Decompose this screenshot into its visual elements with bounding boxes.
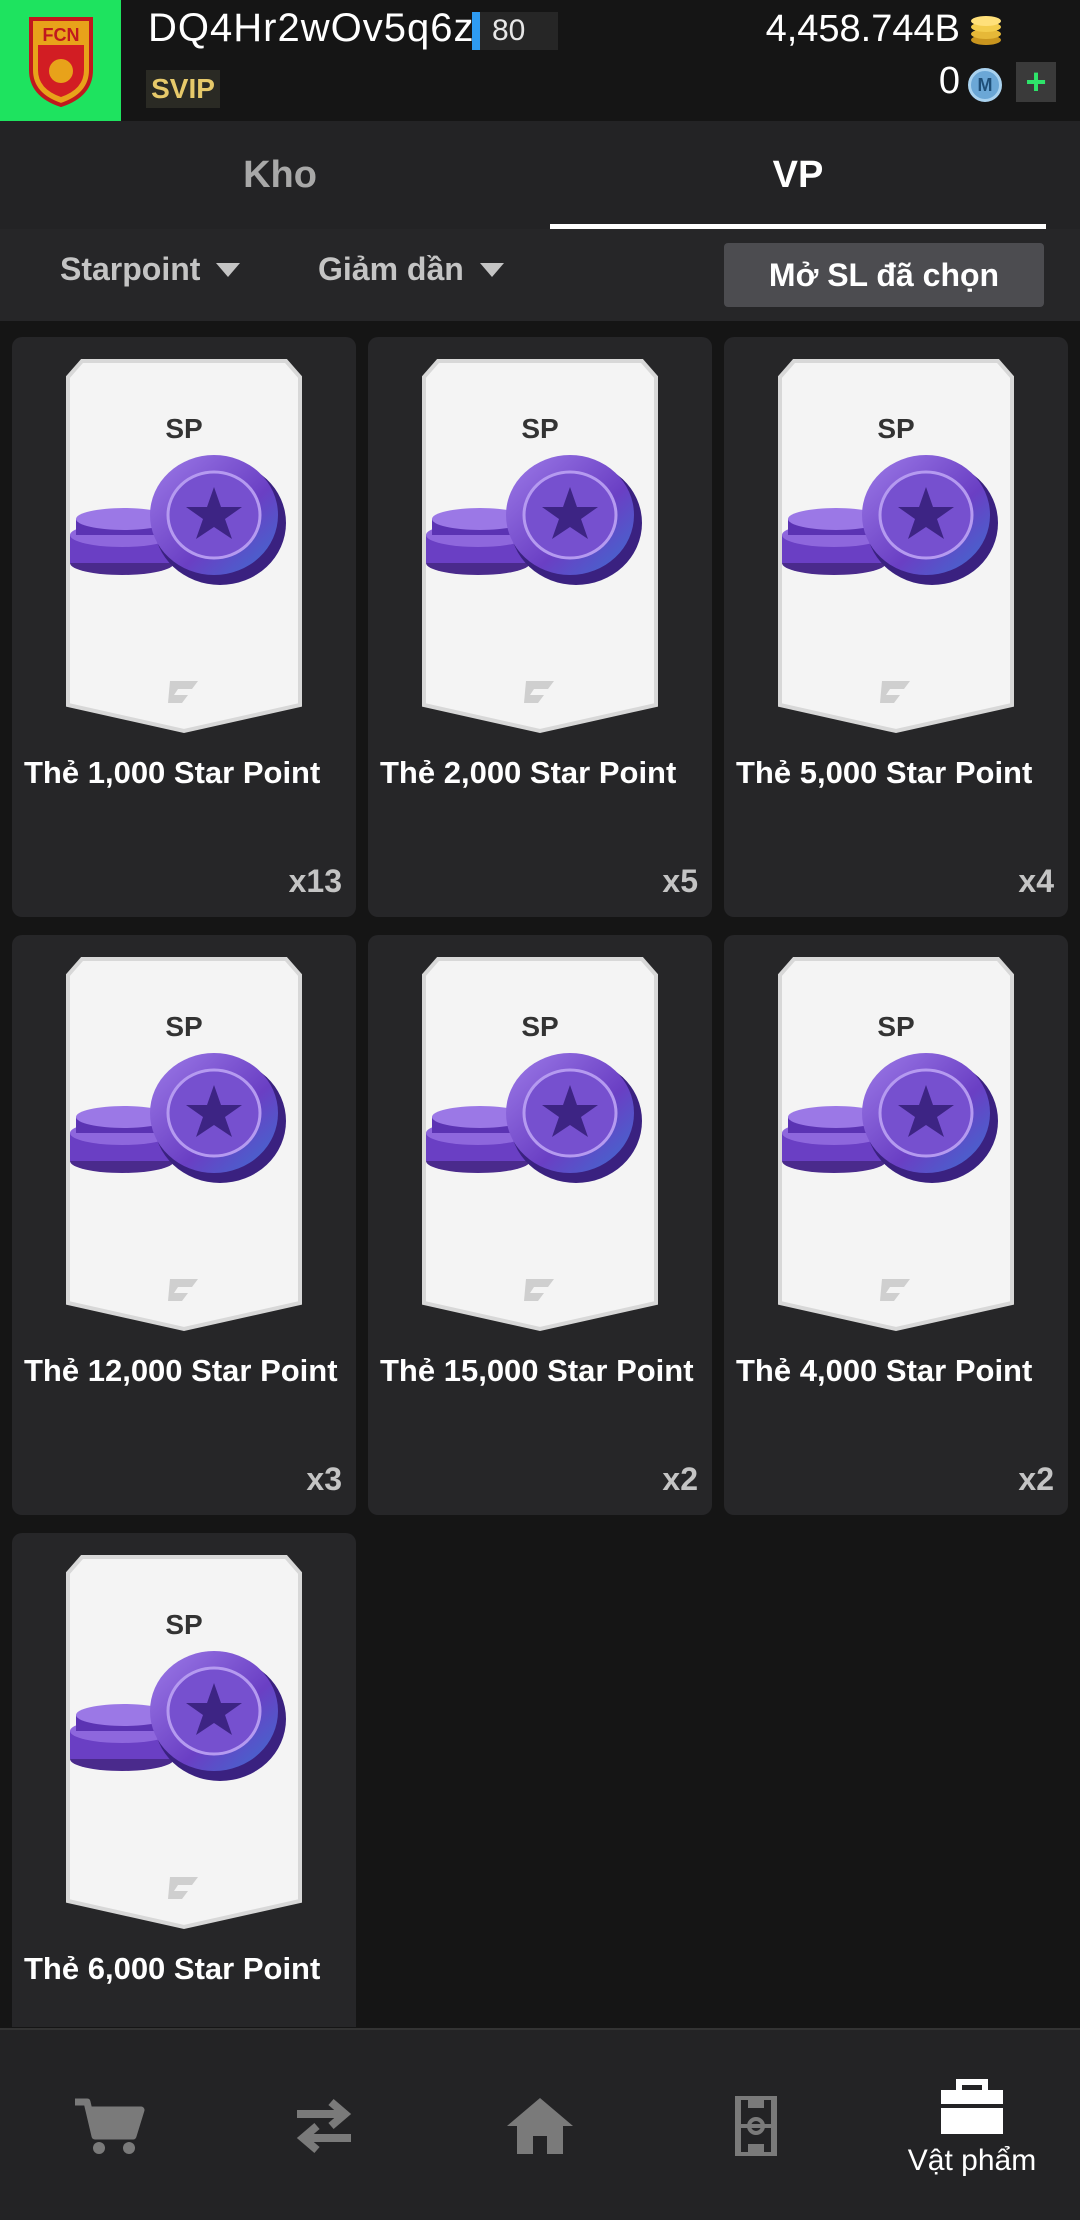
- item-name: Thẻ 2,000 Star Point: [380, 755, 677, 790]
- card-label: SP: [165, 1609, 203, 1640]
- level-value: 80: [492, 14, 526, 47]
- card-label: SP: [521, 413, 559, 444]
- username: DQ4Hr2wOv5q6z: [148, 6, 475, 50]
- item-name: Thẻ 1,000 Star Point: [24, 755, 321, 790]
- tab-vp[interactable]: VP: [550, 121, 1046, 229]
- item-name: Thẻ 6,000 Star Point: [24, 1951, 321, 1986]
- tab-kho[interactable]: Kho: [0, 121, 560, 229]
- nav-home[interactable]: [432, 2030, 648, 2220]
- card-label: SP: [877, 413, 915, 444]
- star-point-card-image: SP: [418, 355, 662, 735]
- nav-items[interactable]: Vật phẩm: [864, 2030, 1080, 2220]
- sort-order-dropdown[interactable]: Giảm dần: [318, 251, 504, 288]
- item-name: Thẻ 15,000 Star Point: [380, 1353, 694, 1388]
- item-name: Thẻ 5,000 Star Point: [736, 755, 1033, 790]
- item-card[interactable]: SP Thẻ 5,000 Star Point x4: [724, 337, 1068, 917]
- item-quantity: x2: [662, 1461, 698, 1497]
- card-label: SP: [877, 1011, 915, 1042]
- logo-text: FCN: [42, 25, 79, 45]
- item-quantity: x3: [306, 1461, 342, 1497]
- item-card[interactable]: SP Thẻ 2,000 Star Point x5: [368, 337, 712, 917]
- star-point-card-image: SP: [774, 953, 1018, 1333]
- vip-badge: SVIP: [146, 70, 220, 108]
- item-quantity: x4: [1018, 863, 1054, 899]
- star-point-card-image: SP: [62, 953, 306, 1333]
- tab-bar: Kho VP: [0, 121, 1080, 229]
- nav-items-label: Vật phẩm: [907, 2144, 1037, 2177]
- m-coin-icon: M: [968, 68, 1002, 102]
- sort-order-label: Giảm dần: [318, 251, 464, 287]
- caret-down-icon: [479, 262, 504, 277]
- level-bar: [472, 12, 480, 50]
- sort-field-label: Starpoint: [60, 251, 201, 287]
- transfer-icon: [296, 2098, 352, 2154]
- star-point-card-image: SP: [774, 355, 1018, 735]
- nav-squad[interactable]: [648, 2030, 864, 2220]
- add-currency-button[interactable]: +: [1016, 61, 1056, 102]
- cart-icon: [75, 2098, 145, 2154]
- card-label: SP: [165, 1011, 203, 1042]
- star-point-card-image: SP: [418, 953, 662, 1333]
- gold-coins-icon: [971, 16, 1001, 45]
- item-card[interactable]: SP Thẻ 12,000 Star Point x3: [12, 935, 356, 1515]
- item-card[interactable]: SP Thẻ 1,000 Star Point x13: [12, 337, 356, 917]
- item-quantity: x13: [288, 863, 342, 899]
- item-name: Thẻ 12,000 Star Point: [24, 1353, 338, 1388]
- open-selected-button[interactable]: Mở SL đã chọn: [724, 243, 1044, 307]
- item-card[interactable]: SP Thẻ 4,000 Star Point x2: [724, 935, 1068, 1515]
- nav-transfer[interactable]: [216, 2030, 432, 2220]
- club-crest-icon: FCN: [28, 16, 93, 107]
- bag-icon: [941, 2079, 1003, 2134]
- club-logo[interactable]: FCN: [0, 0, 121, 121]
- m-coin-balance: 0: [938, 60, 960, 102]
- card-label: SP: [165, 413, 203, 444]
- item-quantity: x5: [662, 863, 698, 899]
- item-card[interactable]: SP Thẻ 6,000 Star Point: [12, 1533, 356, 2027]
- star-point-card-image: SP: [62, 355, 306, 735]
- star-point-card-image: SP: [62, 1551, 306, 1931]
- item-name: Thẻ 4,000 Star Point: [736, 1353, 1033, 1388]
- bottom-navigation: Vật phẩm: [0, 2028, 1080, 2220]
- sort-field-dropdown[interactable]: Starpoint: [60, 251, 241, 288]
- caret-down-icon: [216, 262, 241, 277]
- item-quantity: x2: [1018, 1461, 1054, 1497]
- home-icon: [507, 2098, 573, 2154]
- item-card[interactable]: SP Thẻ 15,000 Star Point x2: [368, 935, 712, 1515]
- coin-balance: 4,458.744B: [765, 8, 960, 50]
- item-grid: SP Thẻ 1,000 Star Point x13 SP Thẻ 2,000…: [12, 337, 1072, 2027]
- filter-bar: Starpoint Giảm dần Mở SL đã chọn: [0, 229, 1080, 321]
- level-badge: 80: [472, 12, 558, 50]
- pitch-icon: [735, 2096, 777, 2156]
- top-bar: FCN DQ4Hr2wOv5q6z 80 SVIP 4,458.744B 0 M…: [0, 0, 1080, 121]
- nav-shop[interactable]: [0, 2030, 216, 2220]
- card-label: SP: [521, 1011, 559, 1042]
